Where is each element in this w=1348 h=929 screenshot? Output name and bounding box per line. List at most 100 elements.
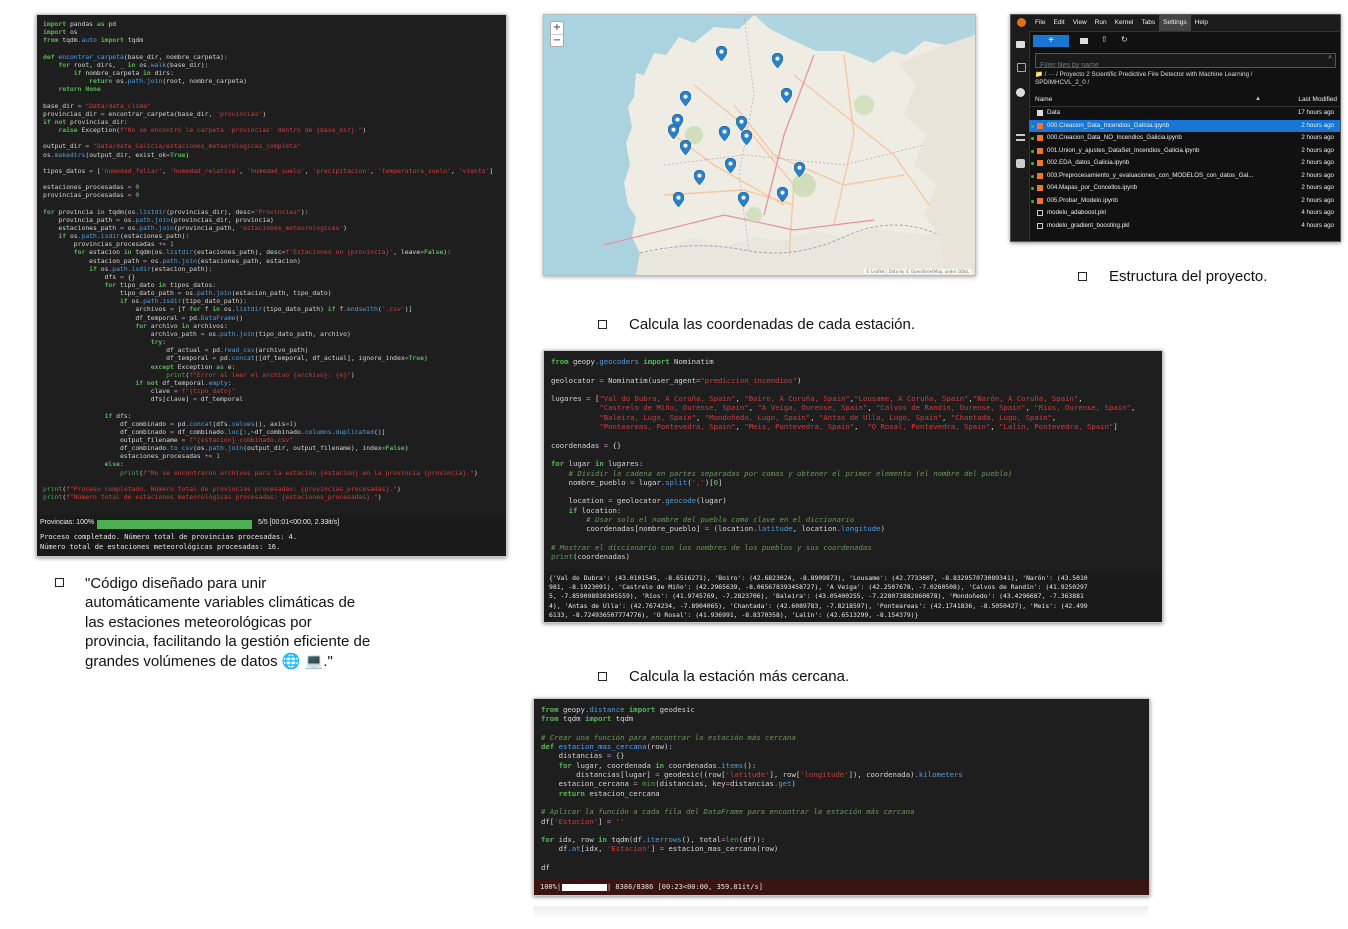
file-name: Data [1047, 109, 1061, 116]
menu-item-kernel[interactable]: Kernel [1111, 15, 1138, 31]
output-text: {'Val do Dubra': (43.0101545, -8.6516271… [549, 574, 1088, 619]
map-marker-icon[interactable] [716, 46, 727, 61]
nearest-station-code-panel: from geopy.distance import geodesic from… [533, 698, 1150, 896]
menu-item-tabs[interactable]: Tabs [1137, 15, 1159, 31]
file-name: 002.EDA_datos_Galicia.ipynb [1047, 159, 1130, 166]
progress-output: 100%| | 8386/8386 [00:23<00:00, 359.81it… [534, 880, 1149, 895]
column-name[interactable]: Name [1035, 96, 1052, 103]
menu-item-settings[interactable]: Settings [1159, 15, 1191, 31]
code-editor[interactable]: import pandas as pd import os from tqdm.… [43, 20, 500, 501]
code-editor[interactable]: from geopy.geocoders import Nominatim ge… [551, 357, 1156, 562]
map-marker-icon[interactable] [719, 126, 730, 141]
progress-bar [562, 884, 607, 891]
map-marker-icon[interactable] [777, 187, 788, 202]
file-row[interactable]: 002.EDA_datos_Galicia.ipynb 2 hours ago [1029, 157, 1340, 170]
file-name: 000.Creacion_Data_NO_Incendios_Galicia.i… [1047, 134, 1182, 141]
file-row[interactable]: 001.Union_y_ajustes_DataSet_Incendios_Ga… [1029, 145, 1340, 158]
code-editor[interactable]: from geopy.distance import geodesic from… [541, 705, 1143, 872]
file-modified: 4 hours ago [1301, 209, 1334, 216]
map-marker-icon[interactable] [668, 124, 679, 139]
map-marker-icon[interactable] [673, 192, 684, 207]
notebook-icon [1037, 135, 1043, 141]
folder-icon[interactable] [1016, 41, 1025, 48]
caption-text: Calcula la estación más cercana. [629, 668, 850, 685]
menu-item-file[interactable]: File [1031, 15, 1049, 31]
notebook-icon [1037, 185, 1043, 191]
progress-bar [97, 520, 252, 529]
list-icon[interactable] [1016, 134, 1025, 141]
map-marker-icon[interactable] [738, 192, 749, 207]
cell-output: {'Val do Dubra': (43.0101545, -8.6516271… [544, 571, 1162, 622]
new-launcher-button[interactable]: + [1033, 35, 1069, 47]
output-line: Número total de estaciones meteorológica… [40, 543, 281, 551]
file-row[interactable]: modelo_adaboost.pkl 4 hours ago [1029, 207, 1340, 220]
file-row[interactable]: 003.Preprocesamiento_y_evaluaciones_con_… [1029, 170, 1340, 183]
extension-icon[interactable] [1017, 63, 1026, 72]
map-marker-icon[interactable] [741, 130, 752, 145]
data-merge-code-panel: import pandas as pd import os from tqdm.… [36, 14, 507, 557]
filter-input[interactable] [1036, 60, 1314, 71]
running-indicator-icon [1031, 137, 1034, 140]
map-marker-icon[interactable] [772, 53, 783, 68]
menu-item-view[interactable]: View [1069, 15, 1091, 31]
file-row[interactable]: 004.Mapas_por_Concellos.ipynb 2 hours ago [1029, 182, 1340, 195]
menu-item-help[interactable]: Help [1191, 15, 1212, 31]
file-row[interactable]: modelo_gradient_boosting.pkl 4 hours ago [1029, 220, 1340, 233]
file-row[interactable]: 005.Probar_Modelo.ipynb 2 hours ago [1029, 195, 1340, 208]
map-marker-icon[interactable] [694, 170, 705, 185]
running-indicator-icon [1031, 112, 1034, 115]
progress-label: 100%| [540, 883, 562, 891]
upload-icon[interactable]: ⇧ [1101, 36, 1109, 44]
running-indicator-icon [1031, 212, 1034, 215]
progress-label: Provincias: 100% [40, 519, 95, 526]
progress-bar-fill [562, 884, 607, 891]
file-row[interactable]: 000.Creacion_Data_Incendios_Galicia.ipyn… [1029, 119, 1340, 132]
map-marker-icon[interactable] [725, 158, 736, 173]
menu-bar: File Edit View Run Kernel Tabs Settings Help [1011, 15, 1340, 32]
filter-box[interactable]: ⌕ [1035, 53, 1336, 71]
file-name: 003.Preprocesamiento_y_evaluaciones_con_… [1047, 171, 1254, 179]
map-attribution[interactable]: © Leaflet | Data by © OpenStreetMap, und… [863, 269, 972, 274]
file-name: modelo_gradient_boosting.pkl [1047, 221, 1130, 229]
refresh-icon[interactable]: ↻ [1121, 35, 1130, 44]
running-icon[interactable] [1016, 88, 1025, 97]
file-row[interactable]: 000.Creacion_Data_NO_Incendios_Galicia.i… [1029, 132, 1340, 145]
file-name: modelo_adaboost.pkl [1047, 209, 1106, 216]
code-cell[interactable]: from geopy.geocoders import Nominatim ge… [544, 351, 1162, 572]
notebook-icon [1037, 147, 1043, 154]
new-folder-icon[interactable] [1080, 38, 1088, 44]
zoom-out-button[interactable]: − [551, 35, 563, 46]
file-row[interactable]: Data 17 hours ago [1029, 107, 1340, 120]
checkbox-bullet-icon [598, 672, 607, 681]
map-marker-icon[interactable] [680, 91, 691, 106]
caption-line: grandes volúmenes de datos 🌐 💻." [85, 652, 333, 670]
menu-items: File Edit View Run Kernel Tabs Settings Help [1031, 15, 1212, 31]
file-icon [1037, 210, 1043, 216]
notebook-icon [1037, 197, 1043, 204]
file-modified: 2 hours ago [1301, 184, 1334, 191]
left-sidebar [1011, 31, 1030, 241]
file-icon [1037, 222, 1043, 229]
file-list-header: Name ▲ Last Modified [1029, 95, 1340, 107]
code-cell[interactable]: from geopy.distance import geodesic from… [534, 699, 1149, 881]
map-marker-icon[interactable] [680, 140, 691, 155]
zoom-in-button[interactable]: + [551, 22, 563, 35]
file-name: 001.Union_y_ajustes_DataSet_Incendios_Ga… [1047, 146, 1200, 154]
menu-item-edit[interactable]: Edit [1049, 15, 1068, 31]
menu-item-run[interactable]: Run [1091, 15, 1111, 31]
notebook-icon [1037, 160, 1043, 166]
map-marker-icon[interactable] [736, 116, 747, 131]
map-marker-icon[interactable] [781, 88, 792, 103]
checkbox-bullet-icon [1078, 272, 1087, 281]
column-modified[interactable]: Last Modified [1298, 96, 1337, 103]
puzzle-icon[interactable] [1016, 159, 1025, 168]
map-marker-icon[interactable] [794, 162, 805, 177]
caption-line: "Código diseñado para unir [85, 575, 267, 592]
breadcrumb[interactable]: 📁 / ··· / Proyecto 2 Scientific Predicti… [1035, 71, 1275, 87]
jupyter-file-browser: File Edit View Run Kernel Tabs Settings Help + … [1010, 14, 1341, 242]
caption-line: las estaciones meteorológicas por [85, 613, 312, 631]
caption-line: provincia, facilitando la gestión eficie… [85, 633, 371, 651]
stations-map[interactable]: + − © Leaflet | Data by © OpenStreetMap,… [543, 14, 976, 276]
file-modified: 17 hours ago [1297, 109, 1334, 116]
code-cell[interactable]: import pandas as pd import os from tqdm.… [37, 15, 506, 513]
